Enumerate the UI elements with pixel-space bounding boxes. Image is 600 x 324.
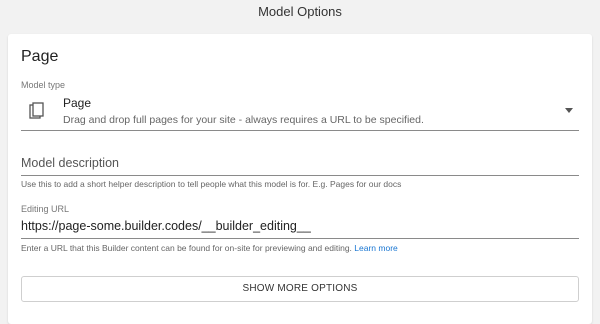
editing-url-field[interactable]: https://page-some.builder.codes/__builde… (21, 215, 579, 239)
model-type-label: Model type (21, 80, 66, 90)
learn-more-link[interactable]: Learn more (354, 243, 397, 253)
dialog-title: Model Options (258, 4, 342, 19)
editing-url-helper: Enter a URL that this Builder content ca… (21, 243, 352, 253)
model-description-placeholder: Model description (21, 156, 119, 170)
model-description-field[interactable]: Model description (21, 151, 579, 176)
show-more-options-button[interactable]: SHOW MORE OPTIONS (21, 276, 579, 302)
editing-url-label: Editing URL (21, 204, 70, 214)
editing-url-value: https://page-some.builder.codes/__builde… (21, 219, 311, 233)
model-options-card: Page Model type Page Drag and drop full … (8, 34, 592, 324)
model-type-selected-title: Page (63, 96, 92, 110)
card-title: Page (21, 48, 59, 65)
model-description-helper: Use this to add a short helper descripti… (21, 179, 402, 189)
editing-url-helper-row: Enter a URL that this Builder content ca… (21, 243, 398, 253)
chevron-down-icon[interactable] (565, 108, 573, 113)
model-type-selected-description: Drag and drop full pages for your site -… (63, 114, 424, 126)
document-copy-icon (29, 102, 44, 119)
model-type-select[interactable]: Page Drag and drop full pages for your s… (21, 92, 579, 131)
